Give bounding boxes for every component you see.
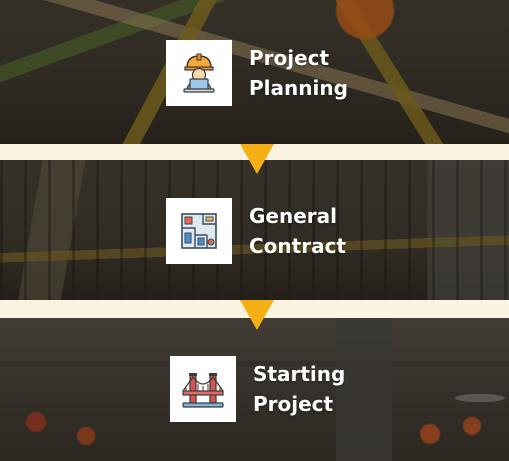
- step-icon-box: [166, 198, 232, 264]
- bridge-icon: [182, 373, 224, 408]
- step-title-project-planning: Project Planning: [249, 43, 348, 103]
- step-title-line: Planning: [249, 76, 348, 100]
- step-icon-box: [170, 356, 236, 422]
- down-arrow-icon: [240, 144, 274, 174]
- engineer-laptop-icon: [183, 53, 215, 93]
- step-title-line: General: [249, 204, 337, 228]
- blueprint-floorplan-icon: [181, 213, 217, 249]
- step-icon-box: [166, 40, 232, 106]
- step-title-starting-project: Starting Project: [253, 359, 345, 419]
- step-title-line: Starting: [253, 362, 346, 386]
- step-title-line: Project: [253, 392, 334, 416]
- step-title-line: Project: [249, 46, 330, 70]
- step-title-general-contract: General Contract: [249, 201, 346, 261]
- step-title-line: Contract: [249, 234, 346, 258]
- down-arrow-icon: [240, 300, 274, 330]
